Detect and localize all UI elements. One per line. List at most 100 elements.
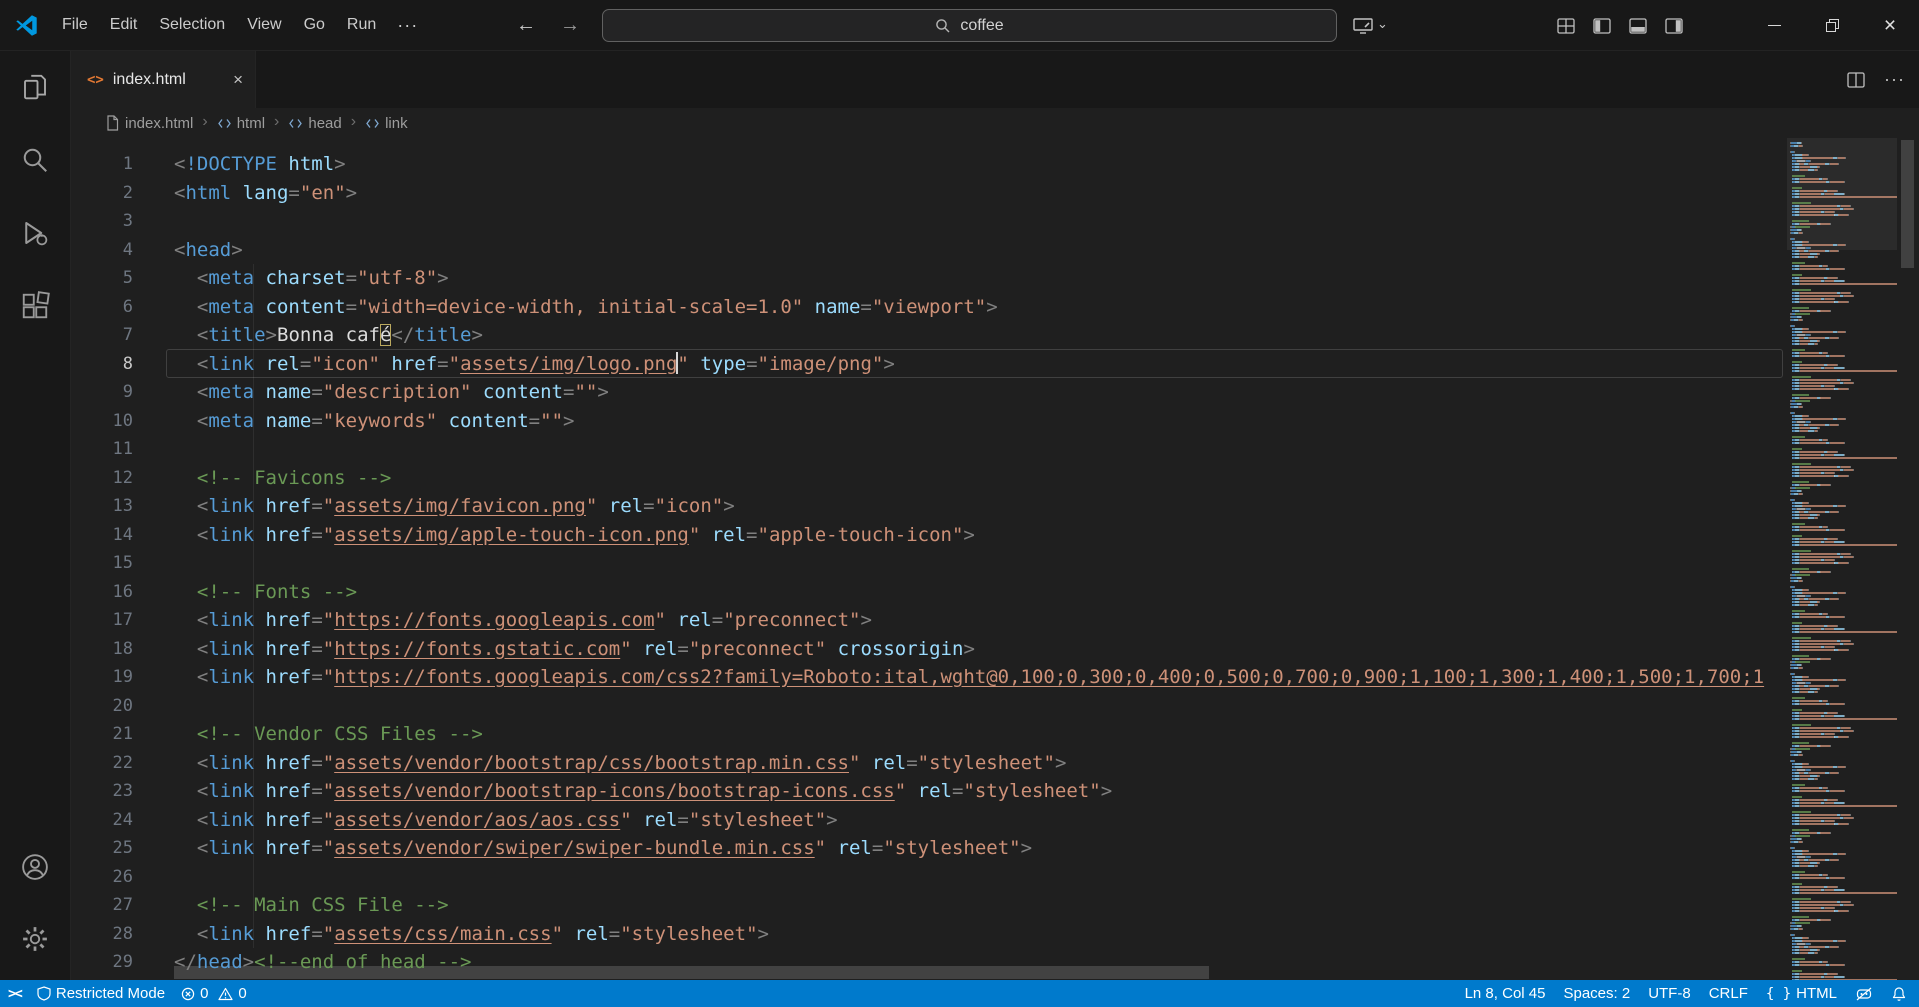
language-mode[interactable]: { } HTML [1766,985,1837,1002]
explorer-icon[interactable] [7,59,63,115]
line-number[interactable]: 4 [71,236,133,265]
code-line[interactable]: 21 <!-- Vendor CSS Files --> [71,720,1787,749]
code-line[interactable]: 26 [71,863,1787,892]
line-number[interactable]: 21 [71,720,133,749]
breadcrumb-item-head[interactable]: head [288,115,342,132]
code-line[interactable]: 23 <link href="assets/vendor/bootstrap-i… [71,777,1787,806]
more-actions-icon[interactable]: ··· [1884,69,1905,90]
problems-indicator[interactable]: 0 0 [181,985,247,1002]
code-line[interactable]: 5 <meta charset="utf-8"> [71,264,1787,293]
code-line[interactable]: 4 <head> [71,236,1787,265]
code-line[interactable]: 24 <link href="assets/vendor/aos/aos.css… [71,806,1787,835]
remote-indicator-icon[interactable]: >< [8,986,23,1002]
breadcrumb-item-html[interactable]: html [217,115,265,132]
code-line[interactable]: 25 <link href="assets/vendor/swiper/swip… [71,834,1787,863]
customize-layout-icon[interactable] [1556,16,1576,36]
breadcrumb-item-link[interactable]: link [365,115,408,132]
eol-setting[interactable]: CRLF [1709,985,1748,1002]
line-number[interactable]: 11 [71,435,133,464]
code-line[interactable]: 2 <html lang="en"> [71,179,1787,208]
minimap[interactable] [1787,138,1897,980]
extensions-icon[interactable] [7,278,63,334]
restricted-mode-badge[interactable]: Restricted Mode [37,985,165,1002]
cursor-position[interactable]: Ln 8, Col 45 [1465,985,1546,1002]
menu-overflow-ellipsis[interactable]: ··· [387,15,428,36]
line-number[interactable]: 13 [71,492,133,521]
line-number[interactable]: 16 [71,578,133,607]
minimize-button[interactable] [1745,0,1803,51]
toggle-panel-icon[interactable] [1628,16,1648,36]
search-command-center[interactable]: coffee [602,9,1337,42]
settings-gear-icon[interactable] [7,911,63,967]
toggle-sidebar-right-icon[interactable] [1664,16,1684,36]
code-line[interactable]: 9 <meta name="description" content=""> [71,378,1787,407]
line-number[interactable]: 17 [71,606,133,635]
code-line[interactable]: 10 <meta name="keywords" content=""> [71,407,1787,436]
code-line[interactable]: 14 <link href="assets/img/apple-touch-ic… [71,521,1787,550]
line-number[interactable]: 2 [71,179,133,208]
tab-close-icon[interactable]: × [233,70,243,90]
line-number[interactable]: 20 [71,692,133,721]
line-number[interactable]: 9 [71,378,133,407]
notifications-bell-icon[interactable] [1891,986,1907,1002]
menu-file[interactable]: File [51,9,99,41]
code-line[interactable]: 7 <title>Bonna café</title> [71,321,1787,350]
line-number[interactable]: 24 [71,806,133,835]
account-icon[interactable] [7,839,63,895]
line-number[interactable]: 27 [71,891,133,920]
search-sidebar-icon[interactable] [7,132,63,188]
code-line[interactable]: 1 <!DOCTYPE html> [71,150,1787,179]
encoding-setting[interactable]: UTF-8 [1648,985,1691,1002]
back-arrow-icon[interactable]: ← [516,14,536,37]
line-number[interactable]: 15 [71,549,133,578]
toggle-sidebar-left-icon[interactable] [1592,16,1612,36]
run-debug-icon[interactable] [7,205,63,261]
line-number[interactable]: 28 [71,920,133,949]
copilot-disabled-icon[interactable] [1855,986,1873,1002]
screen-share-button[interactable]: ⌄ [1352,9,1388,42]
menu-go[interactable]: Go [293,9,336,41]
code-line[interactable]: 15 [71,549,1787,578]
code-line[interactable]: 17 <link href="https://fonts.googleapis.… [71,606,1787,635]
breadcrumb-item-file[interactable]: index.html [105,115,193,132]
code-line[interactable]: 22 <link href="assets/vendor/bootstrap/c… [71,749,1787,778]
tab-index-html[interactable]: <> index.html × [71,51,256,108]
code-line[interactable]: 27 <!-- Main CSS File --> [71,891,1787,920]
line-number[interactable]: 18 [71,635,133,664]
menu-selection[interactable]: Selection [148,9,236,41]
restore-button[interactable] [1803,0,1861,51]
line-number[interactable]: 7 [71,321,133,350]
line-number[interactable]: 1 [71,150,133,179]
line-number[interactable]: 5 [71,264,133,293]
vertical-scrollbar[interactable] [1897,138,1919,980]
menu-run[interactable]: Run [336,9,387,41]
line-number[interactable]: 3 [71,207,133,236]
code-lines[interactable]: 1 <!DOCTYPE html> 2 <html lang="en"> 3 4 <head… [71,138,1787,980]
code-editor[interactable]: 1 <!DOCTYPE html> 2 <html lang="en"> 3 4 <head… [71,138,1919,980]
code-line[interactable]: 18 <link href="https://fonts.gstatic.com… [71,635,1787,664]
code-line[interactable]: 12 <!-- Favicons --> [71,464,1787,493]
code-line[interactable]: 11 [71,435,1787,464]
line-number[interactable]: 14 [71,521,133,550]
line-number[interactable]: 26 [71,863,133,892]
line-number[interactable]: 19 [71,663,133,692]
indentation-setting[interactable]: Spaces: 2 [1563,985,1630,1002]
line-number[interactable]: 22 [71,749,133,778]
line-number[interactable]: 23 [71,777,133,806]
forward-arrow-icon[interactable]: → [560,14,580,37]
menu-view[interactable]: View [236,9,292,41]
line-number[interactable]: 29 [71,948,133,977]
split-editor-icon[interactable] [1846,70,1866,90]
code-line[interactable]: 3 [71,207,1787,236]
line-number[interactable]: 12 [71,464,133,493]
code-line[interactable]: 8 <link rel="icon" href="assets/img/logo… [71,350,1787,379]
line-number[interactable]: 25 [71,834,133,863]
close-button[interactable]: × [1861,0,1919,51]
code-line[interactable]: 28 <link href="assets/css/main.css" rel=… [71,920,1787,949]
code-line[interactable]: 13 <link href="assets/img/favicon.png" r… [71,492,1787,521]
line-number[interactable]: 10 [71,407,133,436]
vertical-scrollbar-thumb[interactable] [1901,140,1914,268]
code-line[interactable]: 19 <link href="https://fonts.googleapis.… [71,663,1787,692]
code-line[interactable]: 16 <!-- Fonts --> [71,578,1787,607]
line-number[interactable]: 8 [71,350,133,379]
